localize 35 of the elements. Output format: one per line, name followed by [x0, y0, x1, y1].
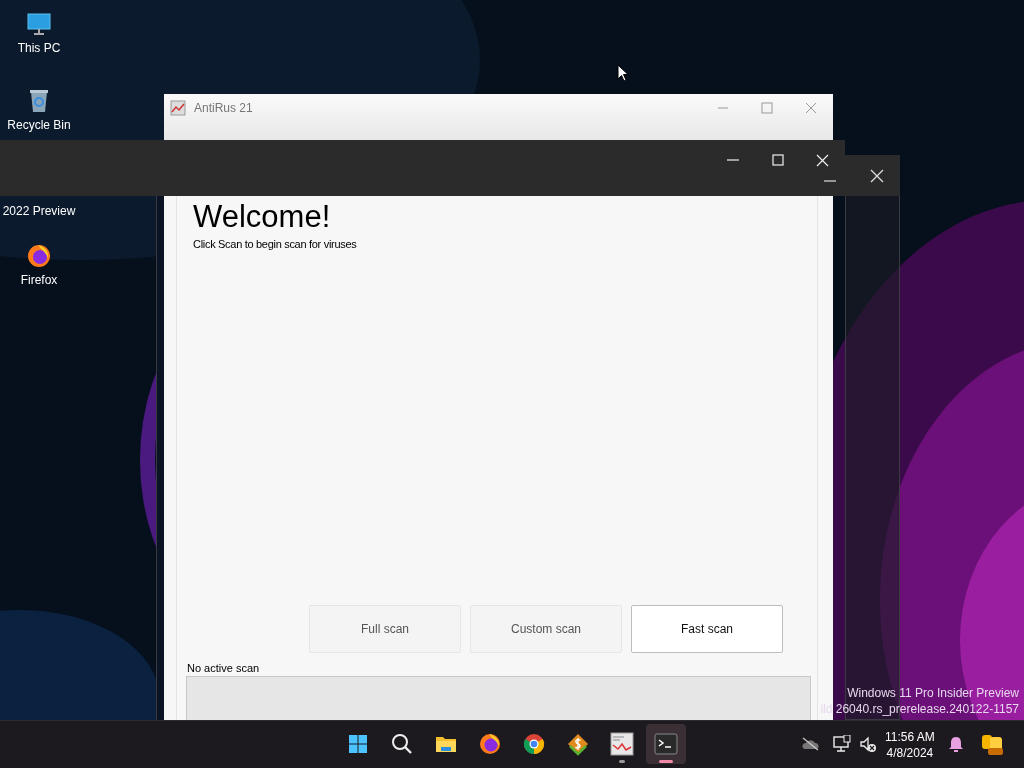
- recycle-bin-icon[interactable]: [29, 89, 49, 113]
- insider-badge-icon[interactable]: [980, 733, 1004, 757]
- bell-icon[interactable]: [948, 736, 964, 754]
- desktop-icon-label[interactable]: Firefox: [2, 273, 76, 288]
- terminal-icon: [654, 732, 678, 756]
- window-title: AntiRus 21: [194, 100, 253, 116]
- app-icon: [170, 100, 186, 116]
- clock-time[interactable]: 11:56 AM: [885, 729, 935, 745]
- running-indicator: [659, 760, 673, 763]
- running-indicator: [619, 760, 625, 763]
- heading: Welcome!: [193, 200, 331, 234]
- minimize-icon[interactable]: [824, 179, 836, 183]
- start-icon: [346, 732, 370, 756]
- scan-status: No active scan: [187, 661, 260, 676]
- chrome-icon: [522, 732, 546, 756]
- desktop-icon-label[interactable]: This PC: [2, 41, 76, 56]
- cloud-icon[interactable]: [801, 737, 819, 751]
- clock-date[interactable]: 4/8/2024: [886, 745, 934, 761]
- firefox-icon: [478, 732, 502, 756]
- network-icon[interactable]: [833, 735, 851, 753]
- dollar-icon: [566, 732, 590, 756]
- scan-button[interactable]: Full scan: [309, 605, 461, 653]
- monitor-icon[interactable]: [27, 12, 51, 36]
- desktop-icon-label[interactable]: 2022 Preview: [2, 204, 76, 219]
- firefox-icon[interactable]: [27, 244, 51, 268]
- chart-window-icon: [610, 732, 634, 756]
- search-icon: [390, 732, 414, 756]
- subtitle: Click Scan to begin scan for viruses: [193, 237, 357, 252]
- mouse-pointer-icon: [617, 64, 629, 82]
- desktop-icon-label[interactable]: Recycle Bin: [2, 118, 76, 133]
- taskbar-button[interactable]: [646, 724, 686, 764]
- scan-button[interactable]: Custom scan: [470, 605, 622, 653]
- speaker-muted-icon[interactable]: [859, 736, 877, 754]
- scan-button[interactable]: Fast scan: [631, 605, 783, 653]
- build-info-text: Windows 11 Pro Insider Preview: [846, 685, 1019, 701]
